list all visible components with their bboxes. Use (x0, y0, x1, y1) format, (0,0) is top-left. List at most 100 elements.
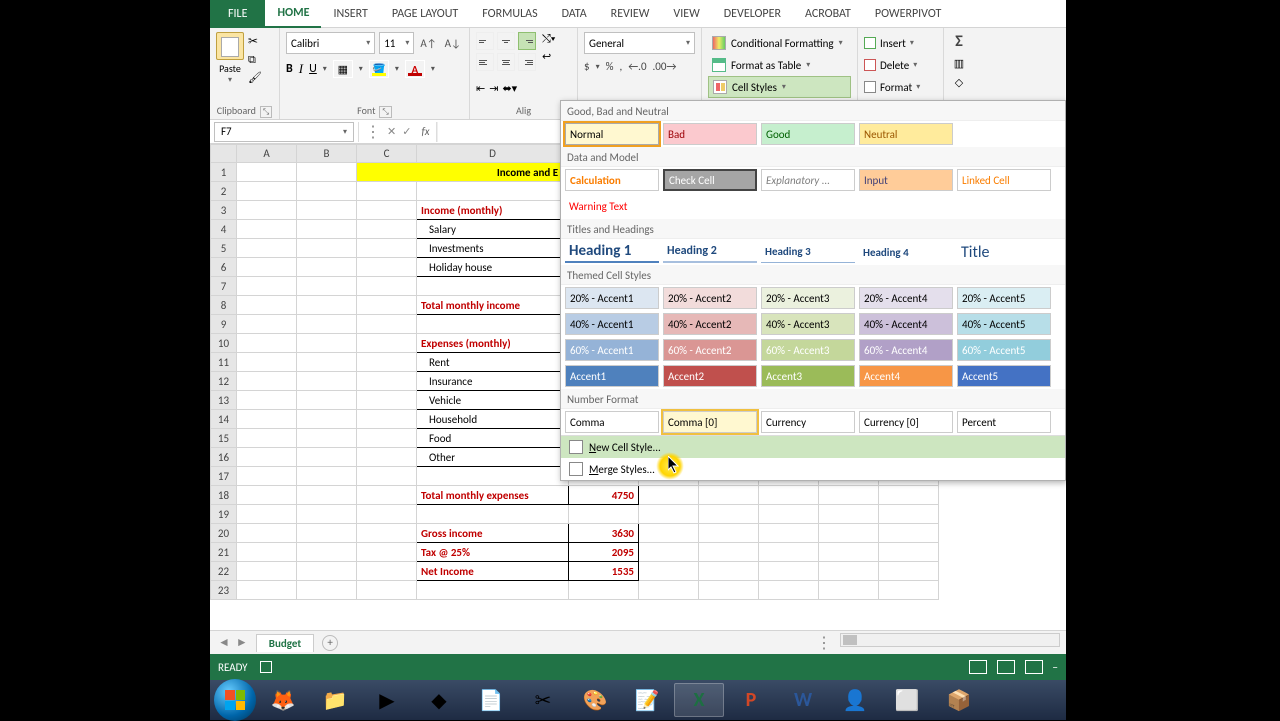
format-painter-icon[interactable]: 🖌 (248, 71, 262, 84)
add-sheet-button[interactable]: + (322, 635, 338, 651)
row-header[interactable]: 10 (211, 334, 237, 353)
style-check-cell[interactable]: Check Cell (663, 169, 757, 191)
tab-home[interactable]: HOME (265, 0, 321, 28)
style-warning-text[interactable]: Warning Text (565, 195, 659, 217)
cell[interactable]: Net Income (417, 562, 569, 581)
row-header[interactable]: 19 (211, 505, 237, 524)
page-break-view-button[interactable] (1025, 660, 1043, 674)
grow-font-icon[interactable]: A↑ (418, 37, 438, 50)
column-header[interactable]: B (297, 145, 357, 163)
style-20-accent1[interactable]: 20% - Accent1 (565, 287, 659, 309)
autosum-button[interactable]: Σ (955, 32, 963, 51)
cell[interactable]: 2095 (569, 543, 639, 562)
row-header[interactable]: 21 (211, 543, 237, 562)
comma-format-button[interactable]: , (619, 60, 622, 73)
enter-formula-button[interactable]: ✓ (402, 125, 411, 138)
sheet-tab-budget[interactable]: Budget (256, 634, 314, 652)
align-top-left[interactable] (476, 32, 494, 50)
style-40-accent2[interactable]: 40% - Accent2 (663, 313, 757, 335)
increase-indent-button[interactable]: ⇥ (489, 82, 498, 95)
row-header[interactable]: 7 (211, 277, 237, 296)
new-cell-style-action[interactable]: NNew Cell Style...ew Cell Style... (561, 436, 1065, 458)
dialog-launcher-icon[interactable]: ⤡ (379, 106, 391, 118)
shrink-font-icon[interactable]: A↓ (443, 37, 463, 50)
style-20-accent5[interactable]: 20% - Accent5 (957, 287, 1051, 309)
row-header[interactable]: 5 (211, 239, 237, 258)
tab-page-layout[interactable]: PAGE LAYOUT (380, 0, 470, 28)
accounting-format-button[interactable]: $ (584, 60, 590, 73)
format-as-table-button[interactable]: Format as Table▾ (708, 54, 851, 76)
cell[interactable]: 1535 (569, 562, 639, 581)
cell[interactable]: Expenses (monthly) (417, 334, 569, 353)
taskbar-app-2[interactable]: 🎨 (570, 683, 620, 717)
taskbar-explorer[interactable]: 📁 (310, 683, 360, 717)
column-header[interactable]: D (417, 145, 569, 163)
chevron-down-icon[interactable]: ▾ (228, 75, 232, 85)
cell[interactable]: Insurance (417, 372, 569, 391)
cell[interactable]: Holiday house (417, 258, 569, 277)
style-title[interactable]: Title (957, 241, 1051, 263)
style-calculation[interactable]: Calculation (565, 169, 659, 191)
taskbar-powerpoint[interactable]: P (726, 683, 776, 717)
tab-review[interactable]: REVIEW (599, 0, 662, 28)
chevron-down-icon[interactable]: ▾ (431, 64, 435, 74)
tab-insert[interactable]: INSERT (321, 0, 379, 28)
row-header[interactable]: 2 (211, 182, 237, 201)
column-header[interactable]: C (357, 145, 417, 163)
style-heading-4[interactable]: Heading 4 (859, 241, 953, 263)
start-button[interactable] (214, 679, 256, 721)
underline-button[interactable]: U (309, 62, 317, 76)
taskbar-app-3[interactable]: 👤 (830, 683, 880, 717)
row-header[interactable]: 17 (211, 467, 237, 486)
cell[interactable]: Gross income (417, 524, 569, 543)
taskbar-media-player[interactable]: ▶ (362, 683, 412, 717)
taskbar-app-1[interactable]: ◆ (414, 683, 464, 717)
style-60-accent5[interactable]: 60% - Accent5 (957, 339, 1051, 361)
style-60-accent4[interactable]: 60% - Accent4 (859, 339, 953, 361)
copy-icon[interactable]: ⧉ (248, 53, 262, 67)
tab-file[interactable]: FILE (210, 0, 265, 28)
sheet-split-handle[interactable]: ⋮ (816, 633, 832, 653)
row-header[interactable]: 9 (211, 315, 237, 334)
cell[interactable]: Total monthly income (417, 296, 569, 315)
tab-acrobat[interactable]: ACROBAT (793, 0, 863, 28)
style-comma-0[interactable]: Comma [0] (663, 411, 757, 433)
style-accent1[interactable]: Accent1 (565, 365, 659, 387)
decrease-indent-button[interactable]: ⇤ (476, 82, 485, 95)
fill-color-button[interactable]: 🪣 (369, 60, 389, 78)
name-box[interactable]: F7▾ (214, 122, 354, 142)
wrap-text-button[interactable]: ↩ (542, 50, 555, 63)
tab-developer[interactable]: DEVELOPER (712, 0, 793, 28)
style-40-accent4[interactable]: 40% - Accent4 (859, 313, 953, 335)
dialog-launcher-icon[interactable]: ⤡ (260, 106, 272, 118)
style-heading-2[interactable]: Heading 2 (663, 241, 757, 263)
style-40-accent1[interactable]: 40% - Accent1 (565, 313, 659, 335)
style-bad[interactable]: Bad (663, 123, 757, 145)
decrease-decimal-button[interactable]: .00→ (653, 60, 677, 73)
row-header[interactable]: 22 (211, 562, 237, 581)
style-20-accent2[interactable]: 20% - Accent2 (663, 287, 757, 309)
style-comma[interactable]: Comma (565, 411, 659, 433)
style-normal[interactable]: Normal (565, 123, 659, 145)
taskbar-sticky-notes[interactable]: 📝 (622, 683, 672, 717)
select-all-corner[interactable] (211, 145, 237, 163)
chevron-down-icon[interactable]: ▾ (323, 64, 327, 74)
cell[interactable]: Tax @ 25% (417, 543, 569, 562)
row-header[interactable]: 16 (211, 448, 237, 467)
cancel-formula-button[interactable]: ✕ (387, 125, 396, 138)
style-40-accent3[interactable]: 40% - Accent3 (761, 313, 855, 335)
style-accent2[interactable]: Accent2 (663, 365, 757, 387)
cell[interactable]: Total monthly expenses (417, 486, 569, 505)
row-header[interactable]: 3 (211, 201, 237, 220)
tab-data[interactable]: DATA (550, 0, 599, 28)
delete-cells-button[interactable]: Delete▾ (864, 54, 937, 76)
style-input[interactable]: Input (859, 169, 953, 191)
taskbar-snipping[interactable]: ✂ (518, 683, 568, 717)
cell[interactable]: Food (417, 429, 569, 448)
normal-view-button[interactable] (969, 660, 987, 674)
italic-button[interactable]: I (299, 61, 303, 77)
fx-label[interactable]: fx (421, 125, 429, 138)
row-header[interactable]: 11 (211, 353, 237, 372)
style-60-accent1[interactable]: 60% - Accent1 (565, 339, 659, 361)
row-header[interactable]: 13 (211, 391, 237, 410)
